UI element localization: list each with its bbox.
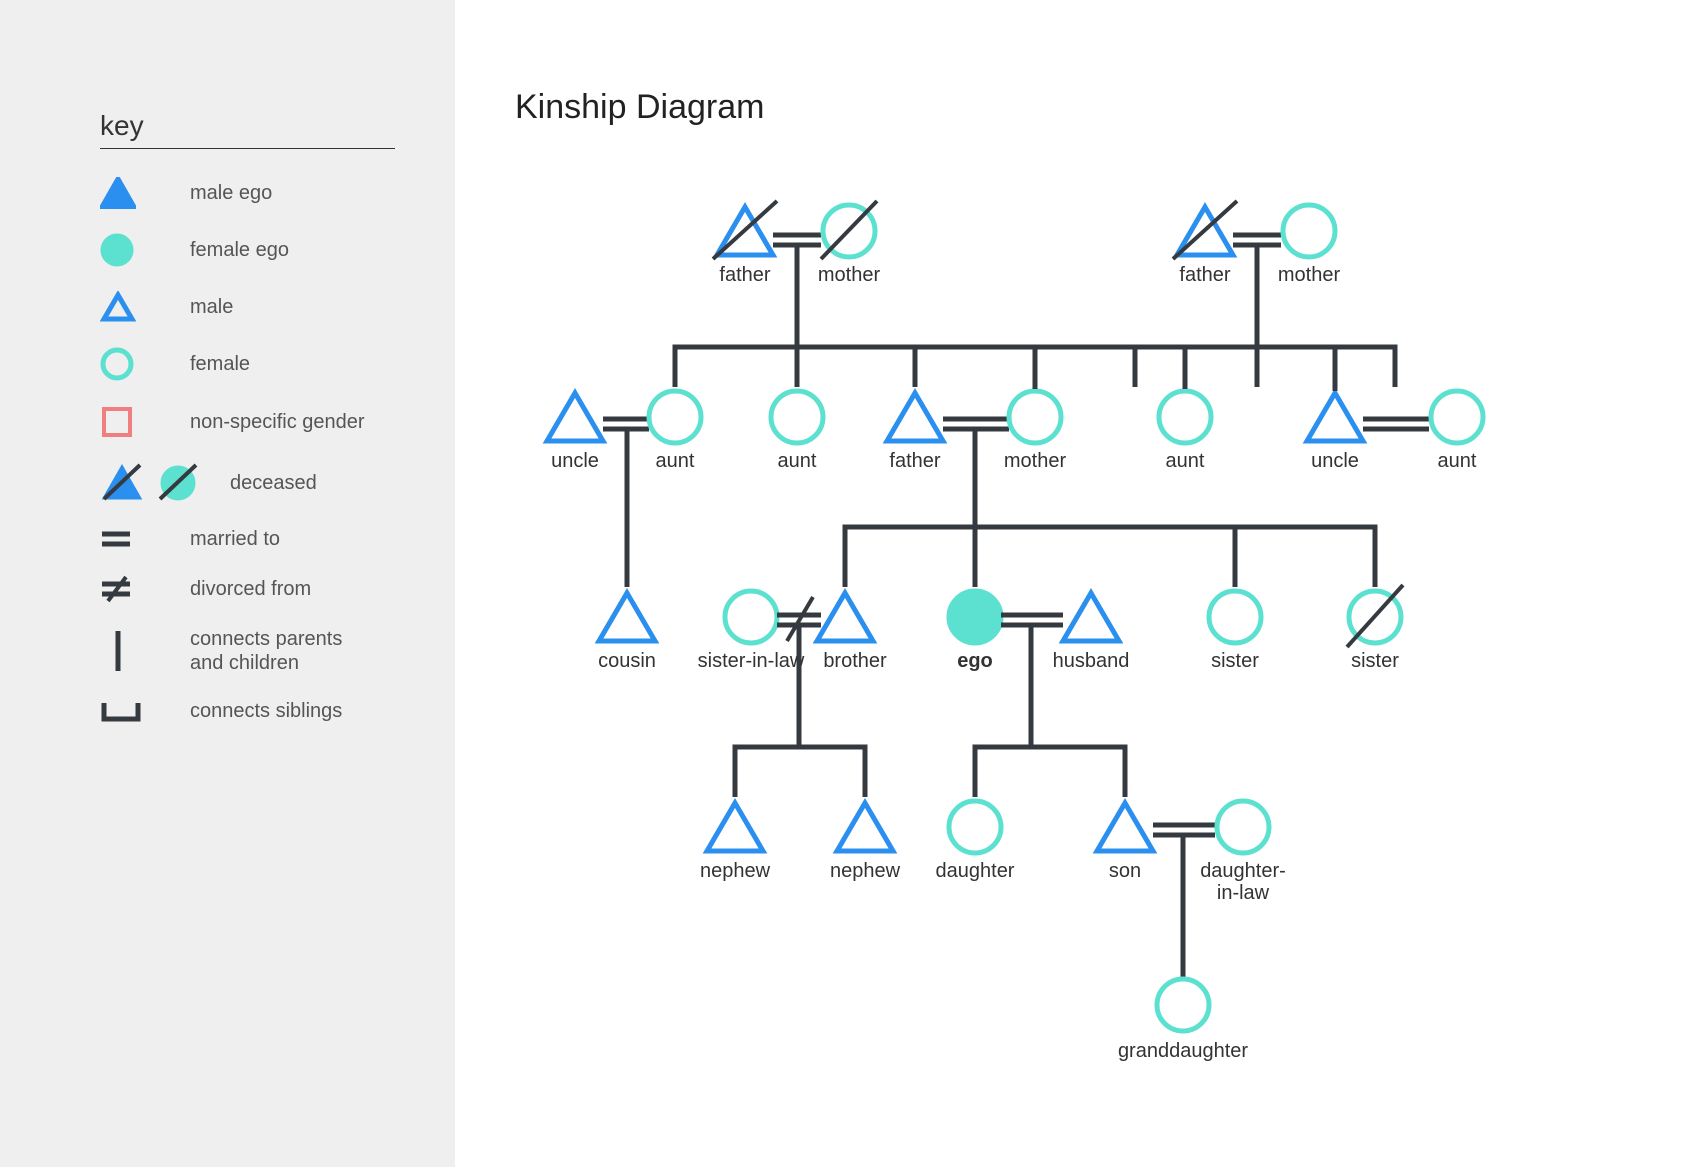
triangle-filled-icon (100, 177, 190, 209)
svg-text:nephew: nephew (700, 860, 771, 882)
svg-text:ego: ego (957, 650, 993, 672)
node-g1-mother-right: mother (1278, 205, 1341, 286)
not-equals-icon (100, 575, 190, 603)
node-g3-cousin: cousin (598, 593, 656, 672)
equals-icon (100, 529, 190, 549)
svg-text:aunt: aunt (1166, 450, 1205, 472)
legend-heading: key (100, 110, 395, 149)
svg-text:aunt: aunt (778, 450, 817, 472)
node-g2-aunt2: aunt (771, 391, 823, 472)
svg-text:cousin: cousin (598, 650, 656, 672)
node-g4-son: son (1097, 803, 1153, 882)
svg-text:granddaughter: granddaughter (1118, 1040, 1248, 1062)
diagram-area: Kinship Diagram father mother (455, 0, 1695, 1167)
node-g1-father-left: father (713, 201, 777, 286)
svg-text:daughter: daughter (936, 860, 1015, 882)
node-g4-daughter-in-law: daughter-in-law (1200, 801, 1286, 904)
legend-item-siblings: connects siblings (100, 699, 395, 723)
sibling-bracket-icon (100, 699, 190, 723)
triangle-outline-icon (100, 291, 190, 323)
node-g3-sister-in-law: sister-in-law (698, 591, 805, 672)
legend-item-deceased: deceased (100, 463, 395, 503)
circle-filled-icon (100, 233, 190, 267)
vertical-line-icon (100, 629, 190, 673)
node-g3-brother: brother (817, 593, 887, 672)
node-g2-aunt-left: aunt (649, 391, 701, 472)
svg-text:mother: mother (1004, 450, 1067, 472)
svg-text:aunt: aunt (656, 450, 695, 472)
svg-text:mother: mother (818, 264, 881, 286)
legend-item-parent-child: connects parents and children (100, 627, 395, 675)
legend-item-male: male (100, 291, 395, 323)
svg-text:father: father (1179, 264, 1230, 286)
svg-text:sister: sister (1351, 650, 1399, 672)
svg-text:daughter-in-law: daughter-in-law (1200, 860, 1286, 904)
svg-text:uncle: uncle (551, 450, 599, 472)
node-g2-uncle-right: uncle (1307, 393, 1363, 472)
svg-text:nephew: nephew (830, 860, 901, 882)
kinship-diagram-page: key male ego female ego male female (0, 0, 1695, 1167)
legend-item-female: female (100, 347, 395, 381)
node-g4-nephew2: nephew (830, 803, 901, 882)
svg-text:sister: sister (1211, 650, 1259, 672)
node-g1-father-right: father (1173, 201, 1237, 286)
node-g3-ego: ego (949, 591, 1001, 672)
legend-item-divorced: divorced from (100, 575, 395, 603)
square-outline-icon (100, 405, 190, 439)
node-g2-uncle-left: uncle (547, 393, 603, 472)
svg-text:son: son (1109, 860, 1141, 882)
svg-text:father: father (719, 264, 770, 286)
svg-text:husband: husband (1053, 650, 1130, 672)
legend-panel: key male ego female ego male female (0, 0, 455, 1167)
node-g4-nephew1: nephew (700, 803, 771, 882)
node-g2-aunt-right: aunt (1431, 391, 1483, 472)
node-g3-husband: husband (1053, 593, 1130, 672)
node-g3-sister2: sister (1347, 585, 1403, 672)
svg-text:brother: brother (823, 650, 887, 672)
svg-text:sister-in-law: sister-in-law (698, 650, 805, 672)
deceased-icon (100, 463, 230, 503)
node-g2-father: father (887, 393, 943, 472)
legend-item-female-ego: female ego (100, 233, 395, 267)
svg-text:uncle: uncle (1311, 450, 1359, 472)
node-g3-sister1: sister (1209, 591, 1261, 672)
node-g1-mother-left: mother (818, 201, 881, 286)
diagram-title: Kinship Diagram (515, 88, 1695, 127)
kinship-svg: father mother father moth (515, 157, 1695, 1157)
legend-item-nonspecific: non-specific gender (100, 405, 395, 439)
node-g2-mother: mother (1004, 391, 1067, 472)
node-g4-daughter: daughter (936, 801, 1015, 882)
svg-text:mother: mother (1278, 264, 1341, 286)
legend-item-married: married to (100, 527, 395, 551)
svg-text:aunt: aunt (1438, 450, 1477, 472)
circle-outline-icon (100, 347, 190, 381)
node-g2-aunt3: aunt (1159, 391, 1211, 472)
svg-text:father: father (889, 450, 940, 472)
legend-item-male-ego: male ego (100, 177, 395, 209)
node-g5-granddaughter: granddaughter (1118, 979, 1248, 1062)
